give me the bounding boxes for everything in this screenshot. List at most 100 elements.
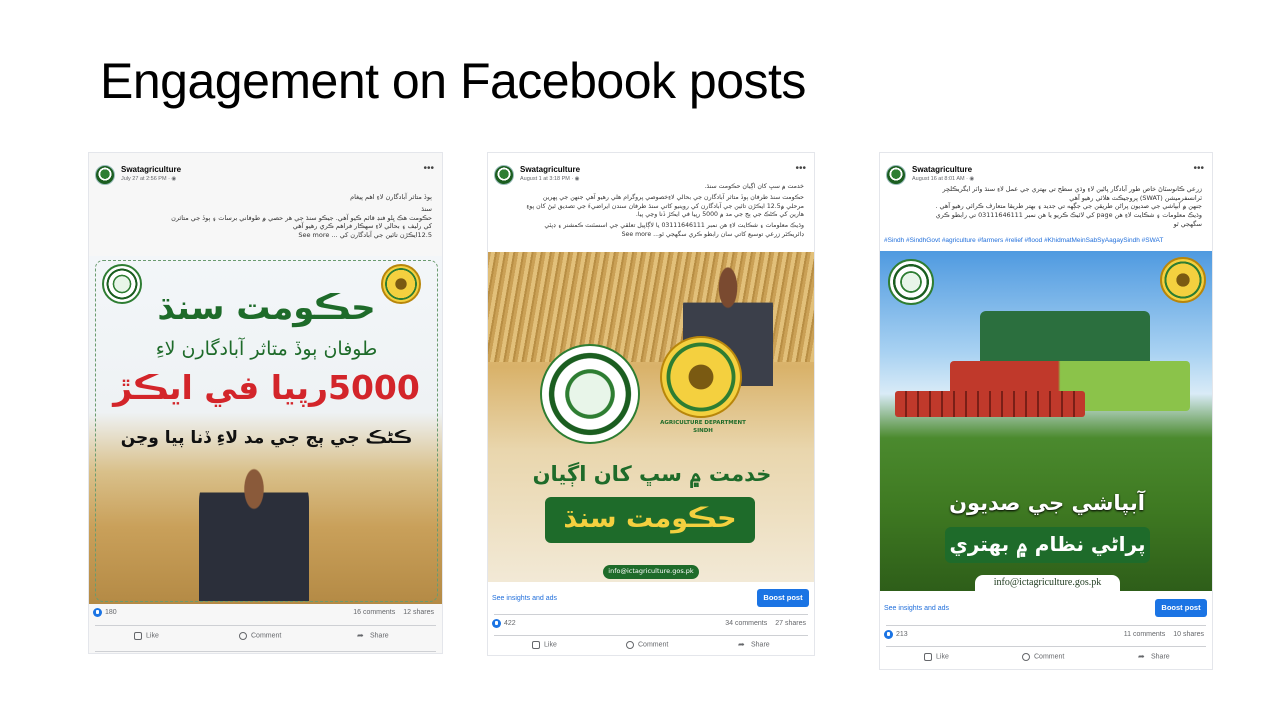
share-button[interactable]: Share (738, 641, 770, 649)
engagement-stats: 213 11 comments 10 shares (884, 630, 1204, 644)
agriculture-department-seal (1160, 257, 1206, 303)
post-date-text: August 1 at 3:18 PM · (520, 176, 575, 182)
thumbs-up-icon (924, 653, 932, 661)
post-date[interactable]: August 1 at 3:18 PM · ◉ (520, 176, 580, 182)
caption-line: سنڌ (421, 204, 432, 213)
slide-title: Engagement on Facebook posts (100, 53, 806, 109)
boost-post-button[interactable]: Boost post (757, 589, 809, 607)
divider (886, 646, 1206, 647)
post-image[interactable]: AGRICULTURE DEPARTMENT SINDH خدمت ۾ سڀ ک… (488, 252, 814, 582)
page-avatar[interactable] (494, 165, 514, 185)
post-actions: Like Comment Share (89, 632, 442, 646)
caption-line: وڌيڪ معلومات ۽ شڪايت لاءِ هن نمبر 031116… (544, 222, 804, 230)
caption-line: زرعي ڪانوسٽاڻ خاص طور آبادگار پاڻين لاءِ… (942, 185, 1202, 193)
share-button[interactable]: Share (1138, 653, 1170, 661)
share-icon (738, 641, 747, 649)
share-label: Share (1151, 653, 1170, 661)
post-image[interactable]: حڪومت سنڌ طوفان ٻوڏ متاثر آبادگارن لاءِ … (89, 256, 442, 604)
post-date[interactable]: July 27 at 2:56 PM · ◉ (121, 176, 176, 182)
page-name[interactable]: Swatagriculture (121, 165, 181, 174)
share-count[interactable]: 10 shares (1173, 631, 1204, 638)
contact-email: info@ictagriculture.gos.pk (608, 567, 694, 575)
divider (494, 614, 808, 615)
see-insights-link[interactable]: See insights and ads (492, 595, 557, 602)
headline-banner: پراڻي نظام ۾ بهتري (945, 527, 1150, 563)
post-actions: Like Comment Share (880, 653, 1212, 667)
post-caption: ٻوڏ متاثر آبادگارن لاءِ اهم پيغام سنڌ حڪ… (97, 193, 432, 240)
divider (95, 625, 436, 626)
reaction-count[interactable]: 213 (896, 631, 908, 638)
more-options-icon[interactable]: ••• (795, 163, 806, 174)
email-pill: info@ictagriculture.gos.pk (603, 565, 699, 579)
caption-line: سگهجي ٿو (1173, 219, 1202, 228)
share-label: Share (751, 641, 770, 649)
post-hashtags[interactable]: #Sindh #SindhGovt #agriculture #farmers … (884, 237, 1163, 244)
comment-button[interactable]: Comment (626, 641, 668, 649)
agriculture-department-label: AGRICULTURE DEPARTMENT (660, 420, 746, 426)
caption-line: ٽرانسفرميشن (SWAT) پروجيڪٽ هلائي رهيو آه… (1069, 193, 1202, 202)
see-insights-link[interactable]: See insights and ads (884, 605, 949, 612)
caption-line: کي رليف ۽ بحالي لاءِ سهڪار فراهم ڪري رهي… (292, 222, 432, 231)
page-name[interactable]: Swatagriculture (520, 165, 580, 174)
insights-bar: See insights and ads Boost post (880, 597, 1212, 623)
comment-button[interactable]: Comment (1022, 653, 1064, 661)
like-reaction-icon (884, 630, 893, 639)
harvester-reel (895, 391, 1085, 417)
sindh-government-seal (540, 344, 640, 444)
comment-icon (239, 632, 247, 640)
engagement-stats: 422 34 comments 27 shares (492, 619, 806, 633)
comment-label: Comment (638, 641, 669, 649)
page-avatar[interactable] (886, 165, 906, 185)
caption-line: مرحلي ۾12.5 ايڪڙن تائين جي آبادگارن کي ر… (526, 202, 804, 210)
globe-icon: ◉ (969, 176, 975, 182)
sindh-government-seal (888, 259, 934, 305)
reaction-count[interactable]: 422 (504, 620, 516, 627)
more-options-icon[interactable]: ••• (423, 163, 434, 174)
contact-email: info@ictagriculture.gos.pk (993, 577, 1102, 588)
facebook-post-2: Swatagriculture August 1 at 3:18 PM · ◉ … (487, 152, 815, 656)
globe-icon: ◉ (171, 176, 177, 182)
facebook-post-1: Swatagriculture July 27 at 2:56 PM · ◉ •… (88, 152, 443, 654)
post-date[interactable]: August 16 at 8:01 AM · ◉ (912, 176, 974, 182)
reaction-count[interactable]: 180 (105, 609, 117, 616)
like-label: Like (544, 641, 557, 649)
page-avatar[interactable] (95, 165, 115, 185)
post-caption: زرعي ڪانوسٽاڻ خاص طور آبادگار پاڻين لاءِ… (888, 185, 1202, 228)
comment-label: Comment (1034, 653, 1065, 661)
caption-line[interactable]: ڊائريڪٽر زرعي توسيع کاتي سان رابطو ڪري س… (496, 231, 804, 239)
more-options-icon[interactable]: ••• (1193, 163, 1204, 174)
share-icon (357, 632, 366, 640)
post-header: Swatagriculture July 27 at 2:56 PM · ◉ •… (95, 163, 434, 189)
comment-count[interactable]: 34 comments (725, 620, 767, 627)
share-count[interactable]: 12 shares (403, 609, 434, 616)
like-reaction-icon (492, 619, 501, 628)
share-icon (1138, 653, 1147, 661)
share-count[interactable]: 27 shares (775, 620, 806, 627)
divider (494, 635, 808, 636)
post-image[interactable]: آبپاشي جي صديون پراڻي نظام ۾ بهتري info@… (880, 251, 1212, 591)
headline-government-sindh: حڪومت سنڌ (563, 503, 737, 534)
headline-wheat-seed: ڪڻڪ جي ٻج جي مد لاءِ ڏنا پيا وڃن (120, 428, 413, 448)
comment-icon (626, 641, 634, 649)
post-date-text: August 16 at 8:01 AM · (912, 176, 970, 182)
like-button[interactable]: Like (924, 653, 949, 661)
divider (95, 651, 436, 652)
comment-count[interactable]: 16 comments (353, 609, 395, 616)
facebook-post-3: Swatagriculture August 16 at 8:01 AM · ◉… (879, 152, 1213, 670)
like-label: Like (936, 653, 949, 661)
caption-line[interactable]: 12.5ايڪڙن تائين جي آبادگارن کي ... See m… (97, 231, 432, 240)
headline-first-in-service: خدمت ۾ سڀ کان اڳيان (532, 462, 772, 486)
like-button[interactable]: Like (134, 632, 159, 640)
caption-line: ٻوڏ متاثر آبادگارن لاءِ اهم پيغام (350, 193, 432, 201)
caption-line: حڪومت سنڌ طرفان ٻوڏ متاثر آبادگارن جي بح… (542, 194, 804, 202)
like-button[interactable]: Like (532, 641, 557, 649)
share-button[interactable]: Share (357, 632, 389, 640)
farmer-figure (199, 461, 309, 601)
page-name[interactable]: Swatagriculture (912, 165, 972, 174)
share-label: Share (370, 632, 389, 640)
post-actions: Like Comment Share (488, 641, 814, 655)
comment-count[interactable]: 11 comments (1124, 631, 1166, 638)
boost-post-button[interactable]: Boost post (1155, 599, 1207, 617)
comment-button[interactable]: Comment (239, 632, 281, 640)
headline-banner: حڪومت سنڌ (545, 497, 755, 543)
